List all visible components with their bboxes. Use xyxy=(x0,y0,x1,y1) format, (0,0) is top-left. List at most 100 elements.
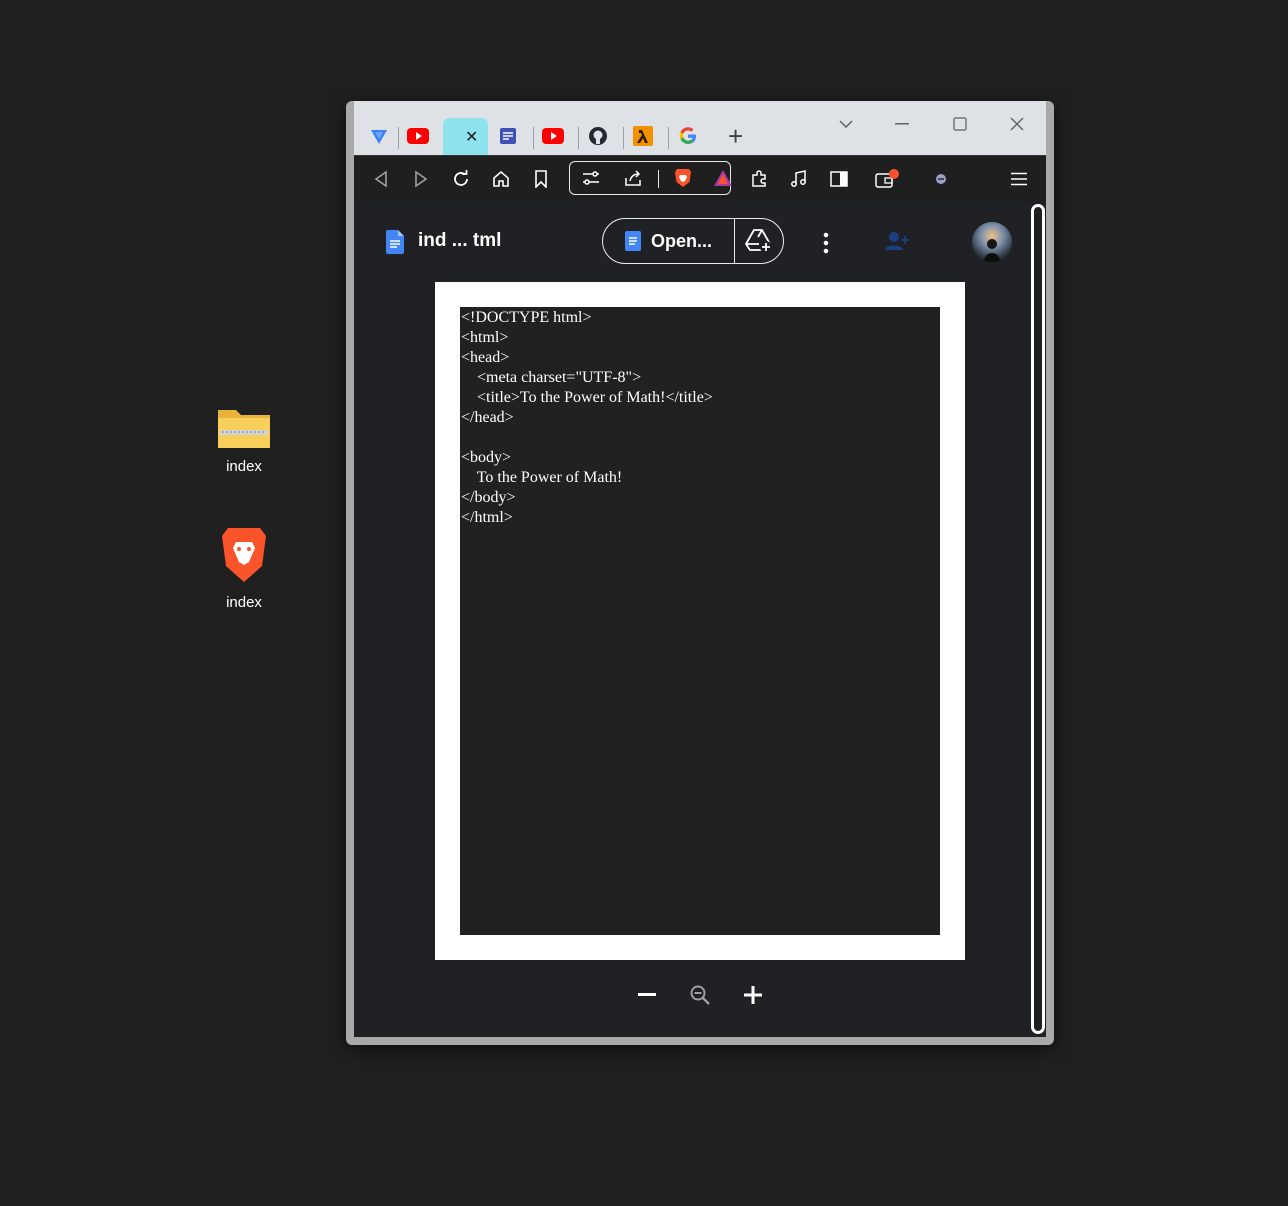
brave-shields-button[interactable] xyxy=(670,165,696,191)
bookmark-icon xyxy=(535,170,547,188)
brave-rewards-icon xyxy=(714,170,732,186)
tab-notes[interactable] xyxy=(497,125,519,147)
tune-icon xyxy=(583,171,599,185)
more-vert-icon xyxy=(823,232,829,254)
tab-proton-vpn[interactable] xyxy=(368,125,390,147)
tab-active[interactable]: ✕ xyxy=(443,118,488,155)
code-line: <title>To the Power of Math!</title> xyxy=(461,389,713,406)
brave-rewards-button[interactable] xyxy=(710,165,736,191)
scrollbar[interactable] xyxy=(1028,202,1046,1037)
open-with-group: Open... xyxy=(602,218,784,264)
add-person-icon xyxy=(885,232,909,250)
magnifier-icon xyxy=(690,985,710,1005)
avatar[interactable] xyxy=(972,222,1012,262)
notes-icon xyxy=(500,128,516,144)
zoom-reset-button[interactable] xyxy=(683,978,717,1012)
more-options-button[interactable] xyxy=(816,230,836,256)
address-bar[interactable] xyxy=(569,161,732,195)
zoom-out-button[interactable] xyxy=(630,978,664,1012)
tab-lambda[interactable] xyxy=(632,125,654,147)
proton-vpn-icon xyxy=(371,130,387,144)
youtube-icon xyxy=(407,128,429,144)
google-docs-icon xyxy=(386,230,404,254)
google-docs-icon xyxy=(625,231,641,251)
reload-button[interactable] xyxy=(448,166,474,192)
tab-youtube-2[interactable] xyxy=(542,125,564,147)
close-icon xyxy=(1010,117,1024,131)
back-button[interactable] xyxy=(368,166,394,192)
open-with-button[interactable]: Open... xyxy=(603,219,735,263)
home-button[interactable] xyxy=(488,166,514,192)
code-line: </body> xyxy=(461,489,516,506)
site-settings-button[interactable] xyxy=(578,165,604,191)
hamburger-menu-icon xyxy=(1011,172,1027,186)
media-button[interactable] xyxy=(786,166,812,192)
code-line: <!DOCTYPE html> xyxy=(461,309,592,326)
code-line: <body> xyxy=(461,449,512,466)
browser-window: ✕ + ind ... tml Open... <!DOCTYPE html> … xyxy=(346,101,1054,1045)
brave-browser-icon xyxy=(222,528,266,582)
home-icon xyxy=(493,170,509,187)
scrollbar-thumb[interactable] xyxy=(1031,204,1045,1034)
add-to-drive-button[interactable] xyxy=(735,228,783,254)
tab-youtube[interactable] xyxy=(407,125,429,147)
open-with-label: Open... xyxy=(651,230,713,251)
desktop-icon-label: index xyxy=(226,594,262,611)
music-note-icon xyxy=(791,170,806,187)
code-line: <html> xyxy=(461,329,509,346)
zip-folder-icon xyxy=(218,410,270,448)
youtube-icon xyxy=(542,128,564,144)
desktop-icon-zip[interactable]: index xyxy=(199,404,289,475)
close-window-button[interactable] xyxy=(997,109,1037,139)
desktop-icon-label: index xyxy=(226,458,262,475)
forward-button[interactable] xyxy=(408,166,434,192)
wallet-icon xyxy=(875,169,899,188)
add-to-drive-icon xyxy=(745,229,772,253)
maximize-button[interactable] xyxy=(940,109,980,139)
share-icon xyxy=(625,170,641,186)
chevron-down-icon xyxy=(839,120,853,128)
menu-button[interactable] xyxy=(1006,166,1032,192)
browser-toolbar xyxy=(354,155,1046,202)
desktop-icon-brave[interactable]: index xyxy=(199,524,289,611)
google-icon xyxy=(679,127,696,144)
extensions-button[interactable] xyxy=(746,166,772,192)
bookmark-button[interactable] xyxy=(528,166,554,192)
maximize-icon xyxy=(953,117,967,131)
close-icon[interactable]: ✕ xyxy=(465,127,478,147)
document-content: <!DOCTYPE html> <html> <head> <meta charse… xyxy=(460,307,940,935)
code-line: <head> xyxy=(461,349,510,366)
minus-icon xyxy=(638,993,656,996)
forward-icon xyxy=(415,170,428,188)
zoom-in-button[interactable] xyxy=(736,978,770,1012)
plus-icon xyxy=(744,986,762,1004)
code-line: </html> xyxy=(461,509,513,526)
document-page: <!DOCTYPE html> <html> <head> <meta charse… xyxy=(435,282,965,960)
sidebar-icon xyxy=(830,171,848,187)
minimize-button[interactable] xyxy=(882,109,922,139)
wallet-button[interactable] xyxy=(874,166,900,192)
tab-search-dropdown[interactable] xyxy=(826,109,866,139)
minimize-icon xyxy=(895,123,909,125)
code-line: </head> xyxy=(461,409,514,426)
reload-icon xyxy=(454,170,468,186)
drive-preview: ind ... tml Open... <!DOCTYPE html> <html… xyxy=(354,202,1046,1037)
tab-github[interactable] xyxy=(587,125,609,147)
github-icon xyxy=(589,127,607,145)
brave-shields-icon xyxy=(675,169,691,187)
document-title: ind ... tml xyxy=(418,230,502,251)
back-icon xyxy=(374,170,387,188)
share-button[interactable] xyxy=(620,165,646,191)
puzzle-icon xyxy=(752,170,766,187)
vpn-status-icon xyxy=(936,174,946,184)
zoom-controls xyxy=(630,978,770,1012)
tab-google[interactable] xyxy=(677,125,699,147)
new-tab-button[interactable]: + xyxy=(728,121,743,152)
avatar-silhouette-icon xyxy=(984,239,1000,262)
tab-strip: ✕ + xyxy=(354,101,1046,155)
code-line: <meta charset="UTF-8"> xyxy=(461,369,642,386)
sidebar-button[interactable] xyxy=(826,166,852,192)
share-people-button[interactable] xyxy=(884,230,910,257)
vpn-button[interactable] xyxy=(928,166,954,192)
